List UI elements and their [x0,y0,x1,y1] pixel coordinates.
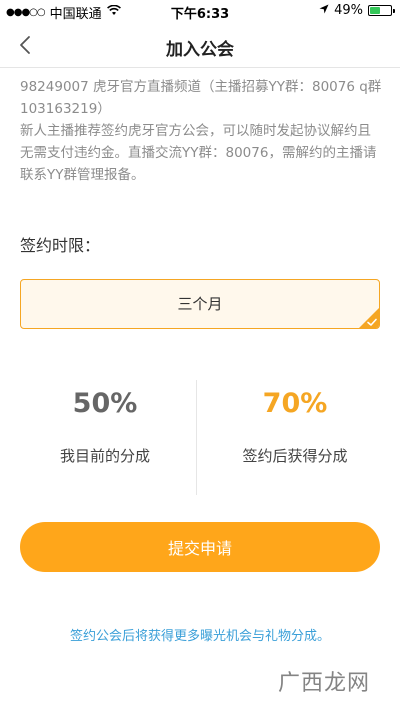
share-divider [196,380,197,495]
after-share-value: 70% [262,388,328,419]
after-share-label: 签约后获得分成 [242,447,348,465]
term-option-label: 三个月 [177,295,223,313]
footer-note: 签约公会后将获得更多曝光机会与礼物分成。 [69,629,330,644]
nav-bar: 加入公会 [0,22,400,68]
status-bar: ●●●○○ 中国联通 下午6:33 49% [0,0,400,22]
page-title: 加入公会 [166,40,234,60]
battery-fill [370,7,380,14]
guild-intro: 98249007 虎牙官方直播频道（主播招募YY群：80076 q群103163… [20,76,382,186]
location-arrow-icon [319,3,329,18]
after-share: 70% 签约后获得分成 [200,380,390,466]
status-right: 49% [319,3,395,18]
check-corner-icon [359,308,379,328]
current-share-value: 50% [72,388,138,419]
term-option-selected[interactable]: 三个月 [20,279,380,329]
current-share: 50% 我目前的分成 [10,380,200,466]
share-comparison: 50% 我目前的分成 70% 签约后获得分成 [0,380,400,495]
battery-percent: 49% [334,3,363,18]
intro-channel-text: 98249007 虎牙官方直播频道（主播招募YY群：80076 q群103163… [20,79,382,117]
current-share-label: 我目前的分成 [59,447,150,465]
intro-recommend-text: 新人主播推荐签约虎牙官方公会，可以随时发起协议解约且无需支付违约金。直播交流YY… [20,123,377,183]
watermark: 广西龙网 [277,671,370,696]
battery-icon [368,5,395,16]
submit-application-button[interactable]: 提交申请 [20,522,380,572]
term-label: 签约时限： [20,236,101,255]
